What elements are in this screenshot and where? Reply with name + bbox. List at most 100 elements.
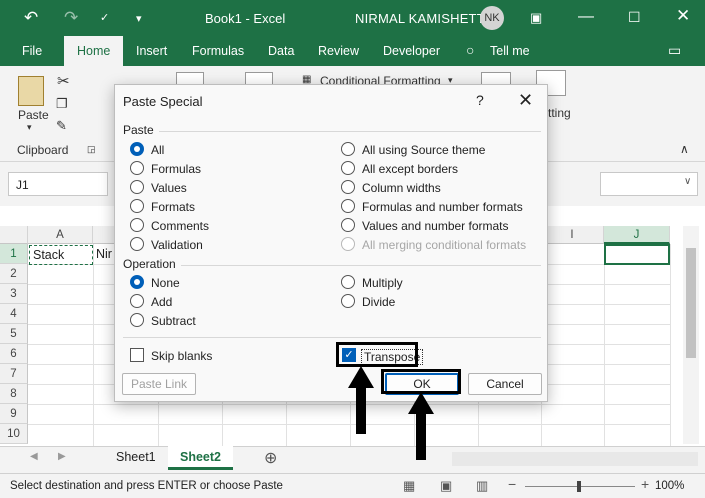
paste-button-label[interactable]: Paste <box>18 108 49 122</box>
add-sheet-icon[interactable]: ⊕ <box>264 448 277 468</box>
column-header-j[interactable]: J <box>604 226 670 244</box>
redo-icon[interactable]: ↷ <box>64 8 78 28</box>
horizontal-scrollbar[interactable] <box>452 452 698 466</box>
sheet-tab-sheet2[interactable]: Sheet2 <box>168 446 233 470</box>
skip-blanks-checkbox[interactable] <box>130 348 144 362</box>
customize-qat-icon[interactable]: ▾ <box>136 12 142 25</box>
row-header-9[interactable]: 9 <box>0 404 28 424</box>
tab-file[interactable]: File <box>22 44 42 58</box>
collapse-ribbon-icon[interactable]: ∧ <box>680 142 689 156</box>
skip-blanks-label[interactable]: Skip blanks <box>151 349 212 363</box>
radio-column-widths[interactable] <box>341 180 355 194</box>
scrollbar-thumb[interactable] <box>686 248 696 358</box>
cell-j1-selected[interactable] <box>604 244 670 265</box>
zoom-slider-thumb[interactable] <box>577 481 581 492</box>
radio-values-number-formats[interactable] <box>341 218 355 232</box>
undo-icon[interactable]: ↶ <box>24 8 38 28</box>
paste-link-button[interactable]: Paste Link <box>122 373 196 395</box>
name-box[interactable]: J1 <box>8 172 108 196</box>
option-all-label[interactable]: All <box>151 143 164 157</box>
normal-view-icon[interactable]: ▦ <box>403 478 415 494</box>
close-icon[interactable]: ✕ <box>676 6 690 26</box>
option-column-widths-label[interactable]: Column widths <box>362 181 441 195</box>
row-header-6[interactable]: 6 <box>0 344 28 364</box>
expand-formula-icon[interactable]: ∨ <box>684 176 691 187</box>
radio-formulas[interactable] <box>130 161 144 175</box>
previous-sheet-icon[interactable]: ◀ <box>30 451 38 462</box>
cell-a1[interactable]: Stack <box>29 245 93 265</box>
user-name[interactable]: NIRMAL KAMISHETTY <box>355 11 494 26</box>
radio-all-except-borders[interactable] <box>341 161 355 175</box>
radio-divide[interactable] <box>341 294 355 308</box>
help-icon[interactable]: ? <box>476 92 484 108</box>
format-painter-icon[interactable]: ✎ <box>56 118 67 134</box>
radio-multiply[interactable] <box>341 275 355 289</box>
cancel-button[interactable]: Cancel <box>468 373 542 395</box>
operation-multiply-label[interactable]: Multiply <box>362 276 403 290</box>
row-header-7[interactable]: 7 <box>0 364 28 384</box>
maximize-icon[interactable]: ☐ <box>628 9 641 26</box>
radio-all-source-theme[interactable] <box>341 142 355 156</box>
operation-none-label[interactable]: None <box>151 276 180 290</box>
lightbulb-icon: ○ <box>466 42 475 58</box>
tab-developer[interactable]: Developer <box>383 44 440 58</box>
column-header-a[interactable]: A <box>28 226 93 244</box>
radio-validation[interactable] <box>130 237 144 251</box>
zoom-in-icon[interactable]: + <box>641 476 649 492</box>
radio-formulas-number-formats[interactable] <box>341 199 355 213</box>
tab-review[interactable]: Review <box>318 44 359 58</box>
option-all-source-theme-label[interactable]: All using Source theme <box>362 143 485 157</box>
paste-dropdown-icon[interactable]: ▾ <box>27 122 32 133</box>
minimize-icon[interactable]: — <box>578 8 594 26</box>
sheet-tab-sheet1[interactable]: Sheet1 <box>104 446 168 470</box>
ribbon-display-icon[interactable]: ▣ <box>530 10 542 26</box>
option-formulas-label[interactable]: Formulas <box>151 162 201 176</box>
page-layout-icon[interactable]: ▣ <box>440 478 452 494</box>
row-header-2[interactable]: 2 <box>0 264 28 284</box>
paste-icon[interactable] <box>18 76 44 106</box>
tab-data[interactable]: Data <box>268 44 294 58</box>
copy-icon[interactable]: ❐ <box>56 96 68 112</box>
option-formulas-number-formats-label[interactable]: Formulas and number formats <box>362 200 523 214</box>
operation-divide-label[interactable]: Divide <box>362 295 395 309</box>
radio-values[interactable] <box>130 180 144 194</box>
radio-comments[interactable] <box>130 218 144 232</box>
option-all-except-borders-label[interactable]: All except borders <box>362 162 458 176</box>
select-all-corner[interactable] <box>0 226 28 244</box>
row-header-4[interactable]: 4 <box>0 304 28 324</box>
row-header-3[interactable]: 3 <box>0 284 28 304</box>
dialog-launcher-icon[interactable]: ◲ <box>87 144 96 155</box>
row-header-10[interactable]: 10 <box>0 424 28 444</box>
operation-add-label[interactable]: Add <box>151 295 172 309</box>
option-formats-label[interactable]: Formats <box>151 200 195 214</box>
tab-home[interactable]: Home <box>64 36 124 66</box>
comments-icon[interactable]: ▭ <box>668 42 681 59</box>
radio-none[interactable] <box>130 275 144 289</box>
option-comments-label[interactable]: Comments <box>151 219 209 233</box>
page-break-icon[interactable]: ▥ <box>476 478 488 494</box>
option-validation-label[interactable]: Validation <box>151 238 203 252</box>
row-header-1[interactable]: 1 <box>0 244 28 264</box>
option-values-label[interactable]: Values <box>151 181 187 195</box>
row-header-5[interactable]: 5 <box>0 324 28 344</box>
close-icon[interactable]: ✕ <box>518 90 533 111</box>
tell-me-search[interactable]: Tell me <box>490 44 530 58</box>
column-header-i[interactable]: I <box>541 226 604 244</box>
radio-formats[interactable] <box>130 199 144 213</box>
zoom-out-icon[interactable]: − <box>508 476 516 492</box>
radio-all[interactable] <box>130 142 144 156</box>
radio-subtract[interactable] <box>130 313 144 327</box>
status-message: Select destination and press ENTER or ch… <box>10 480 283 492</box>
option-values-number-formats-label[interactable]: Values and number formats <box>362 219 509 233</box>
vertical-scrollbar[interactable] <box>683 226 699 444</box>
zoom-level[interactable]: 100% <box>655 480 684 492</box>
tab-insert[interactable]: Insert <box>136 44 167 58</box>
operation-subtract-label[interactable]: Subtract <box>151 314 196 328</box>
radio-add[interactable] <box>130 294 144 308</box>
tab-formulas[interactable]: Formulas <box>192 44 244 58</box>
next-sheet-icon[interactable]: ▶ <box>58 451 66 462</box>
row-header-8[interactable]: 8 <box>0 384 28 404</box>
cut-icon[interactable]: ✂ <box>57 72 70 90</box>
avatar[interactable]: NK <box>480 6 504 30</box>
spelling-icon[interactable]: ✓ <box>100 11 109 24</box>
